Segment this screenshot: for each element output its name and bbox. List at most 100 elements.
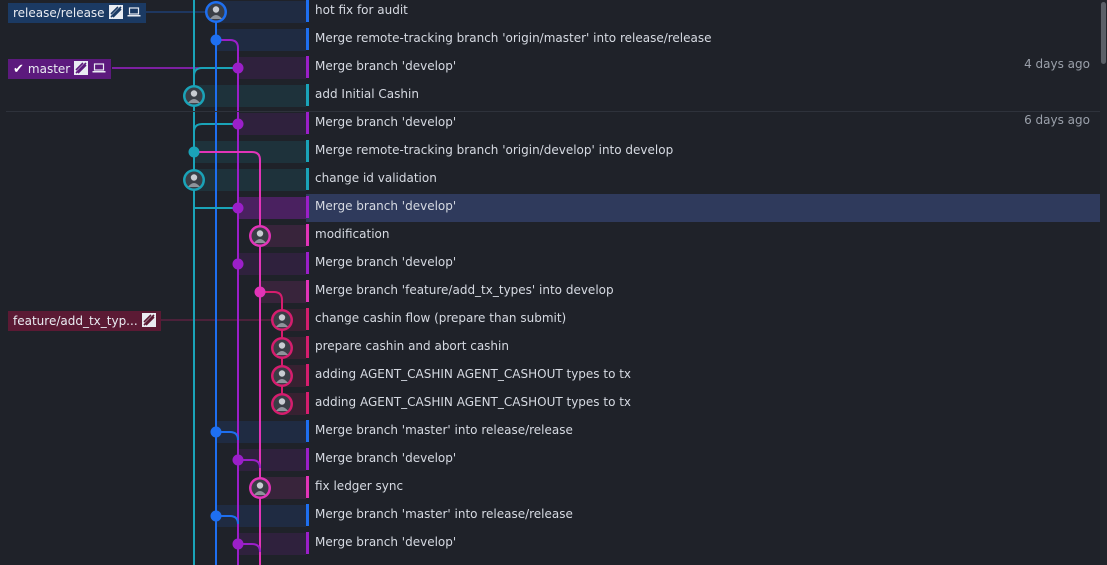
commit-row[interactable]: add Initial Cashin [306,82,1100,110]
branch-label-release[interactable]: release/release [8,3,146,23]
commit-lane-indicator [306,280,309,302]
branch-label-feature[interactable]: feature/add_tx_typ... [8,311,161,331]
commit-lane-indicator [306,476,309,498]
branch-label-text: release/release [13,6,105,20]
commit-message: Merge branch 'master' into release/relea… [315,423,573,437]
commit-lane-indicator [306,336,309,358]
avatar-head [278,342,286,349]
vertical-scrollbar[interactable] [1100,0,1107,565]
laptop-icon [92,62,106,77]
laptop-icon [127,6,141,21]
branch-line-purple [216,39,239,565]
commit-message: change id validation [315,171,437,185]
commit-lane-indicator [306,392,309,414]
commit-graph [112,0,306,565]
commit-lane-indicator [306,448,309,470]
commit-lane-indicator [306,84,309,106]
gitkraken-icon [74,60,89,78]
commit-lane-indicator [306,252,309,274]
commit-node [232,202,244,214]
commit-row[interactable]: Merge branch 'develop' [306,530,1100,558]
commit-row[interactable]: Merge branch 'master' into release/relea… [306,418,1100,446]
commit-lane-indicator [306,56,309,78]
avatar-head [256,482,264,489]
commit-row[interactable]: hot fix for audit [306,0,1100,26]
commit-row[interactable]: adding AGENT_CASHIN AGENT_CASHOUT types … [306,362,1100,390]
commit-message: Merge branch 'develop' [315,451,457,465]
commit-lane-indicator [306,532,309,554]
commit-lane-indicator [306,168,309,190]
commit-row[interactable]: Merge branch 'develop' [306,446,1100,474]
commit-message: Merge branch 'feature/add_tx_types' into… [315,283,614,297]
commit-row[interactable]: modification [306,222,1100,250]
commit-lane-indicator [306,224,309,246]
row-lane-strip [194,85,306,107]
commit-message: Merge branch 'master' into release/relea… [315,507,573,521]
avatar-head [190,90,198,97]
commit-node [210,426,222,438]
commit-row[interactable]: Merge remote-tracking branch 'origin/mas… [306,26,1100,54]
commit-row[interactable]: adding AGENT_CASHIN AGENT_CASHOUT types … [306,390,1100,418]
avatar-head [278,314,286,321]
check-icon: ✔ [13,61,24,77]
avatar-head [278,398,286,405]
avatar-head [256,230,264,237]
commit-node [232,62,244,74]
row-lane-strip [238,197,306,219]
commit-message: adding AGENT_CASHIN AGENT_CASHOUT types … [315,395,632,409]
commit-row[interactable]: Merge branch 'develop' [306,250,1100,278]
commit-node [188,146,200,158]
commit-node [232,118,244,130]
branch-label-text: feature/add_tx_typ... [13,314,138,328]
commit-date: 6 days ago [1024,113,1090,127]
commit-row[interactable]: fix ledger sync [306,474,1100,502]
avatar-head [212,6,220,13]
commit-lane-indicator [306,504,309,526]
commit-row[interactable]: change cashin flow (prepare than submit) [306,306,1100,334]
commit-message: modification [315,227,390,241]
commit-message: change cashin flow (prepare than submit) [315,311,567,325]
commit-message: adding AGENT_CASHIN AGENT_CASHOUT types … [315,367,632,381]
branch-label-master[interactable]: ✔ master [8,59,112,79]
commit-row[interactable]: Merge branch 'master' into release/relea… [306,502,1100,530]
commit-lane-indicator [306,420,309,442]
commit-message: Merge remote-tracking branch 'origin/dev… [315,143,674,157]
commit-lane-indicator [306,0,309,22]
commit-node [210,34,222,46]
commit-row[interactable]: Merge remote-tracking branch 'origin/dev… [306,138,1100,166]
commit-node [210,510,222,522]
avatar-head [278,370,286,377]
commit-message: Merge branch 'develop' [315,199,457,213]
commit-message: Merge branch 'develop' [315,59,457,73]
commit-message: fix ledger sync [315,479,404,493]
row-lane-strip [238,113,306,135]
commit-lane-indicator [306,112,309,134]
commit-lane-indicator [306,28,309,50]
commit-node [254,286,266,298]
commit-node [232,258,244,270]
commit-node [232,538,244,550]
commit-row[interactable]: prepare cashin and abort cashin [306,334,1100,362]
commit-message: Merge remote-tracking branch 'origin/mas… [315,31,712,45]
commit-message: prepare cashin and abort cashin [315,339,509,353]
commit-graph-panel: hot fix for audit Merge remote-tracking b… [0,0,1107,565]
commit-row[interactable]: change id validation [306,166,1100,194]
branch-label-text: master [27,62,71,76]
gitkraken-icon [108,4,123,22]
row-lane-strip [194,169,306,191]
scrollbar-thumb[interactable] [1101,2,1106,64]
commit-message: add Initial Cashin [315,87,419,101]
avatar-head [190,174,198,181]
commit-row[interactable]: Merge branch 'develop' 4 days ago [306,54,1100,82]
commit-lane-indicator [306,308,309,330]
gitkraken-icon [141,312,156,330]
row-lane-strip [238,57,306,79]
commit-message: Merge branch 'develop' [315,115,457,129]
commit-row[interactable]: Merge branch 'feature/add_tx_types' into… [306,278,1100,306]
commit-message: Merge branch 'develop' [315,535,457,549]
commit-message: hot fix for audit [315,3,408,17]
row-lane-strip [216,1,306,23]
commit-lane-indicator [306,196,309,218]
commit-row[interactable]: Merge branch 'develop' 6 days ago [306,110,1100,138]
commit-row[interactable]: Merge branch 'develop' [306,194,1100,222]
